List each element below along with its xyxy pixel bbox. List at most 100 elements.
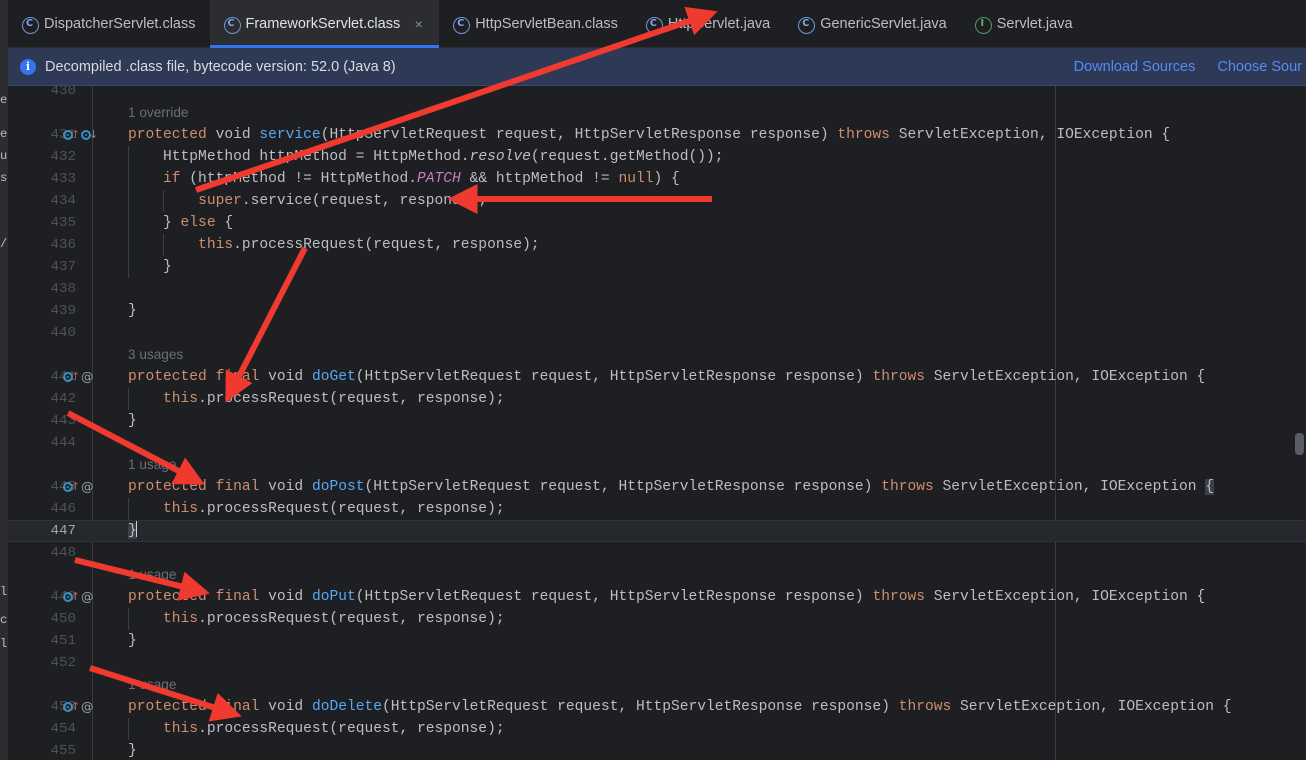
annotation-icon[interactable]: @	[81, 699, 94, 715]
code-line-row: 452	[8, 652, 1306, 674]
code-line-row: 431 ↑ ↓ protected void service(HttpServletR…	[8, 124, 1306, 146]
choose-sources-link[interactable]: Choose Sour	[1217, 59, 1302, 75]
code-token: final	[215, 479, 260, 495]
code-line-row: 450 this.processRequest(request, respons…	[8, 608, 1306, 630]
tab-label: Servlet.java	[996, 16, 1073, 32]
code-token: {	[215, 215, 234, 231]
code-hint-row: 1 override	[8, 102, 1306, 124]
side-panel-text-fragment: s	[0, 172, 8, 184]
code-line-row: 430	[8, 86, 1306, 102]
tab-httpservlet-java[interactable]: C HttpServlet.java	[632, 0, 784, 48]
arrow-up-glyph: ↑	[71, 700, 81, 713]
line-number: 454	[50, 721, 76, 737]
download-sources-link[interactable]: Download Sources	[1074, 59, 1196, 75]
line-number: 444	[50, 435, 76, 451]
usages-hint[interactable]: 1 usage	[128, 454, 176, 476]
override-up-icon[interactable]: ↑	[63, 371, 80, 384]
code-token: .processRequest(request, response);	[198, 721, 505, 737]
code-line-row: 440	[8, 322, 1306, 344]
decompiled-class-banner: i Decompiled .class file, bytecode versi…	[8, 48, 1306, 86]
code-token: }	[128, 303, 137, 319]
vertical-scrollbar-thumb[interactable]	[1295, 433, 1304, 455]
tab-servlet-java[interactable]: I Servlet.java	[961, 0, 1087, 48]
arrow-up-glyph: ↑	[71, 370, 81, 383]
code-text: }	[128, 520, 137, 542]
code-token: doDelete	[311, 699, 382, 715]
annotation-icon[interactable]: @	[81, 589, 94, 605]
code-line-row: 438	[8, 278, 1306, 300]
override-up-icon[interactable]: ↑	[63, 591, 80, 604]
tab-frameworkservlet-class[interactable]: C FrameworkServlet.class ×	[209, 0, 440, 48]
line-number: 450	[50, 611, 76, 627]
code-text: }	[128, 256, 172, 278]
code-token: protected	[128, 699, 207, 715]
tab-label: FrameworkServlet.class	[245, 16, 401, 32]
line-number: 440	[50, 325, 76, 341]
override-hint[interactable]: 1 override	[128, 102, 188, 124]
override-up-icon[interactable]: ↑	[63, 129, 80, 142]
annotation-icon[interactable]: @	[81, 479, 94, 495]
code-token: throws	[872, 369, 925, 385]
line-number: 436	[50, 237, 76, 253]
tab-dispatcherservlet-class[interactable]: C DispatcherServlet.class	[8, 0, 210, 48]
code-text: this.processRequest(request, response);	[128, 608, 505, 630]
annotation-icon[interactable]: @	[81, 369, 94, 385]
code-text: }	[128, 300, 137, 322]
side-panel-text-fragment: e	[0, 128, 8, 140]
code-token: null	[618, 171, 654, 187]
code-line-row: 433 if (httpMethod != HttpMethod.PATCH &…	[8, 168, 1306, 190]
code-token: this	[163, 721, 199, 737]
code-token: .processRequest(request, response);	[233, 237, 540, 253]
code-token: void	[206, 127, 260, 143]
code-token: void	[259, 699, 312, 715]
code-text: super.service(request, response);	[128, 190, 487, 212]
editor-tab-bar: C DispatcherServlet.class C FrameworkServle…	[8, 0, 1306, 48]
code-text: this.processRequest(request, response);	[128, 234, 540, 256]
arrow-up-glyph: ↑	[71, 590, 81, 603]
code-text: }	[128, 740, 137, 760]
code-token: protected	[128, 479, 207, 495]
line-number: 432	[50, 149, 76, 165]
code-line-row: 448	[8, 542, 1306, 564]
override-up-icon[interactable]: ↑	[63, 701, 80, 714]
usages-hint[interactable]: 1 usage	[128, 564, 176, 586]
code-token: super	[198, 193, 242, 209]
code-token: .processRequest(request, response);	[198, 391, 505, 407]
class-icon: C	[645, 16, 663, 34]
code-line-row: 444	[8, 432, 1306, 454]
code-token: }	[128, 259, 172, 275]
close-icon[interactable]: ×	[412, 17, 425, 31]
usages-hint[interactable]: 1 usage	[128, 674, 176, 696]
code-token: protected	[128, 589, 207, 605]
line-number: 439	[50, 303, 76, 319]
tab-label: GenericServlet.java	[820, 16, 947, 32]
banner-actions: Download Sources Choose Sour	[1074, 59, 1306, 75]
code-line-row: 455}	[8, 740, 1306, 760]
code-text: if (httpMethod != HttpMethod.PATCH && ht…	[128, 168, 680, 190]
code-token: (HttpServletRequest request, HttpServlet…	[320, 127, 838, 143]
code-hint-row: 1 usage	[8, 564, 1306, 586]
override-up-icon[interactable]: ↑	[63, 481, 80, 494]
arrow-up-glyph: ↑	[71, 128, 81, 141]
collapsed-side-panel[interactable]: e e u s / l c l	[0, 0, 8, 760]
code-token: (HttpServletRequest request, HttpServlet…	[355, 369, 873, 385]
usages-hint[interactable]: 3 usages	[128, 344, 183, 366]
code-token: void	[259, 589, 312, 605]
code-hint-row: 1 usage	[8, 454, 1306, 476]
code-editor[interactable]: 430 1 override 431 ↑ ↓ protected void service…	[8, 86, 1306, 760]
line-number: 434	[50, 193, 76, 209]
code-token: void	[259, 479, 312, 495]
override-down-icon[interactable]: ↓	[81, 129, 98, 142]
tab-httpservletbean-class[interactable]: C HttpServletBean.class	[439, 0, 632, 48]
tab-genericservlet-java[interactable]: C GenericServlet.java	[784, 0, 961, 48]
code-token: final	[215, 369, 260, 385]
code-token: protected	[128, 127, 207, 143]
line-number: 455	[50, 743, 76, 759]
gutter-icons: ↑ @	[63, 586, 95, 608]
line-number: 442	[50, 391, 76, 407]
